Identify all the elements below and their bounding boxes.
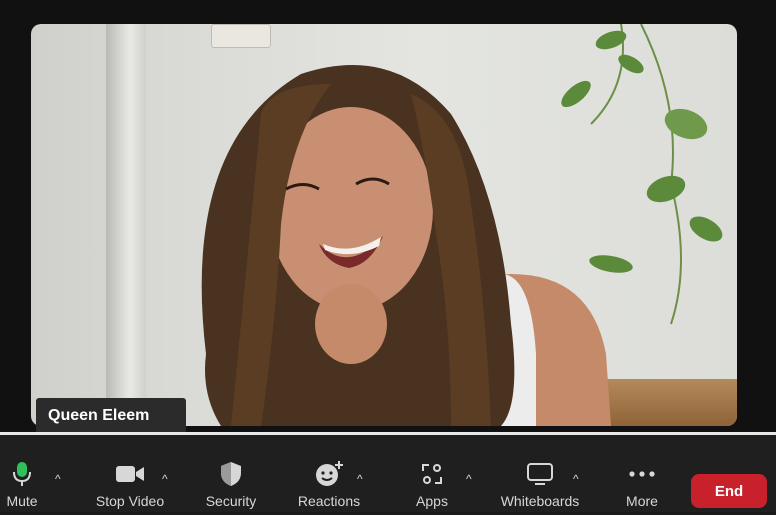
video-options-caret[interactable]: ^ — [162, 472, 168, 486]
apps-label: Apps — [416, 493, 448, 509]
mute-label: Mute — [6, 493, 38, 509]
stop-video-label: Stop Video — [95, 493, 165, 509]
microphone-icon — [11, 459, 33, 489]
whiteboards-label: Whiteboards — [500, 493, 580, 509]
meeting-toolbar: Mute ^ Stop Video ^ Security Reactions ^… — [0, 432, 776, 512]
whiteboards-options-caret[interactable]: ^ — [573, 472, 579, 486]
participant-name: Queen Eleem — [48, 407, 150, 424]
audio-options-caret[interactable]: ^ — [55, 472, 61, 486]
apps-button[interactable]: Apps — [410, 459, 454, 515]
more-button[interactable]: More — [620, 459, 664, 515]
whiteboards-button[interactable]: Whiteboards — [494, 459, 586, 515]
participant-video[interactable] — [31, 24, 737, 426]
end-meeting-button[interactable]: End — [691, 474, 767, 508]
reactions-options-caret[interactable]: ^ — [357, 472, 363, 486]
apps-options-caret[interactable]: ^ — [466, 472, 472, 486]
video-camera-icon — [115, 459, 145, 489]
apps-icon — [420, 459, 444, 489]
more-dots-icon — [628, 459, 656, 489]
reactions-button[interactable]: Reactions — [292, 459, 366, 515]
security-button[interactable]: Security — [200, 459, 262, 515]
shield-icon — [220, 459, 242, 489]
more-label: More — [626, 493, 658, 509]
security-label: Security — [205, 493, 257, 509]
reactions-label: Reactions — [297, 493, 361, 509]
emoji-add-icon — [314, 459, 344, 489]
participant-name-tag: Queen Eleem — [36, 398, 186, 434]
mute-button[interactable]: Mute — [2, 459, 42, 515]
video-feed-image — [201, 24, 723, 426]
stop-video-button[interactable]: Stop Video — [88, 459, 172, 515]
end-label: End — [714, 482, 744, 500]
meeting-stage — [0, 0, 776, 432]
whiteboard-icon — [526, 459, 554, 489]
